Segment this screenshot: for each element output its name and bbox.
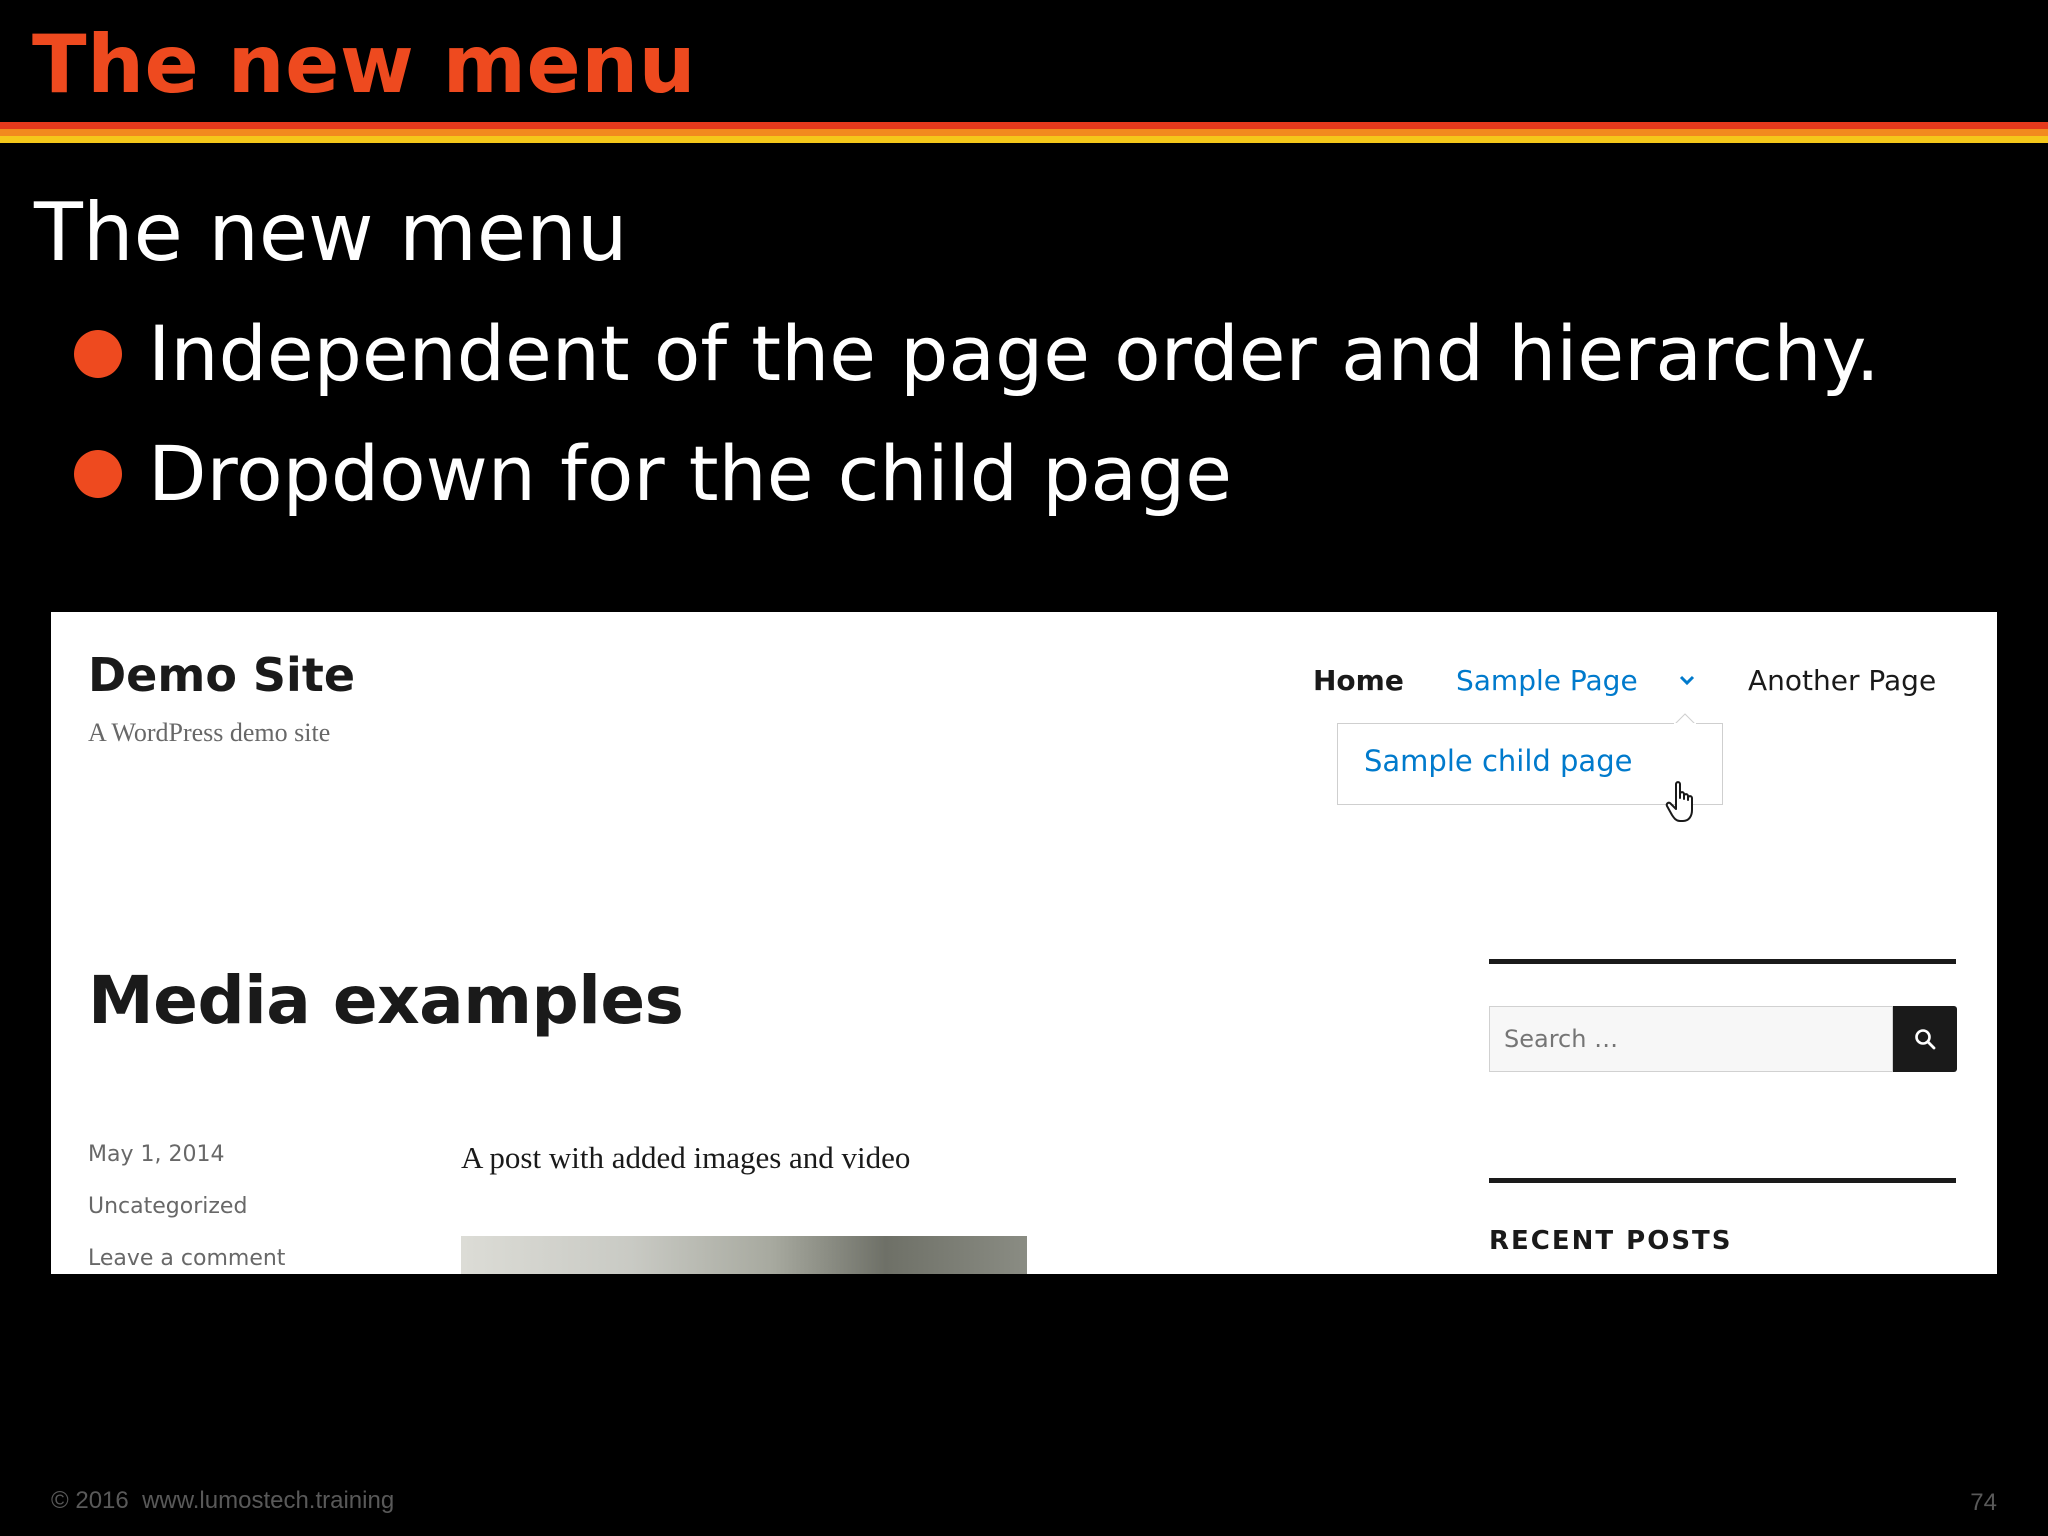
footer-copyright: © 2016 www.lumostech.training: [51, 1487, 395, 1514]
title-underline-stripes: [0, 122, 2048, 143]
recent-posts-heading: RECENT POSTS: [1489, 1226, 1733, 1256]
site-tagline: A WordPress demo site: [88, 718, 331, 747]
page-number: 74: [1970, 1489, 1997, 1516]
site-title[interactable]: Demo Site: [88, 648, 355, 702]
website-screenshot: Demo Site A WordPress demo site Home Sam…: [51, 612, 1997, 1274]
search-icon: [1915, 1029, 1936, 1050]
bullet-text: Independent of the page order and hierar…: [148, 309, 1880, 398]
nav-item-sample-page[interactable]: Sample Page: [1456, 664, 1638, 697]
nav-item-home[interactable]: Home: [1313, 664, 1404, 697]
bullet-dot-icon: [74, 450, 122, 498]
bullet-dot-icon: [74, 330, 122, 378]
hand-pointer-icon: [1665, 781, 1693, 822]
bullet-list: Independent of the page order and hierar…: [72, 306, 1880, 546]
leave-comment-link[interactable]: Leave a comment: [88, 1246, 285, 1271]
chevron-down-icon[interactable]: [1677, 670, 1697, 690]
post-excerpt: A post with added images and video: [461, 1140, 911, 1175]
dropdown-item-sample-child-page[interactable]: Sample child page: [1364, 744, 1632, 778]
post-image: [461, 1236, 1027, 1274]
post-category[interactable]: Uncategorized: [88, 1194, 247, 1219]
nav-item-another-page[interactable]: Another Page: [1748, 664, 1936, 697]
bullet-item: Dropdown for the child page: [72, 426, 1880, 546]
sidebar-divider: [1489, 959, 1956, 964]
dropdown-caret-icon: [1674, 713, 1696, 733]
bullet-item: Independent of the page order and hierar…: [72, 306, 1880, 426]
post-date[interactable]: May 1, 2014: [88, 1142, 224, 1167]
search-button[interactable]: [1893, 1006, 1957, 1072]
slide-title: The new menu: [32, 18, 697, 111]
bullet-text: Dropdown for the child page: [148, 429, 1233, 518]
search-input[interactable]: [1489, 1006, 1893, 1072]
post-title[interactable]: Media examples: [88, 962, 684, 1039]
slide-heading: The new menu: [34, 186, 628, 279]
sidebar-divider: [1489, 1178, 1956, 1183]
